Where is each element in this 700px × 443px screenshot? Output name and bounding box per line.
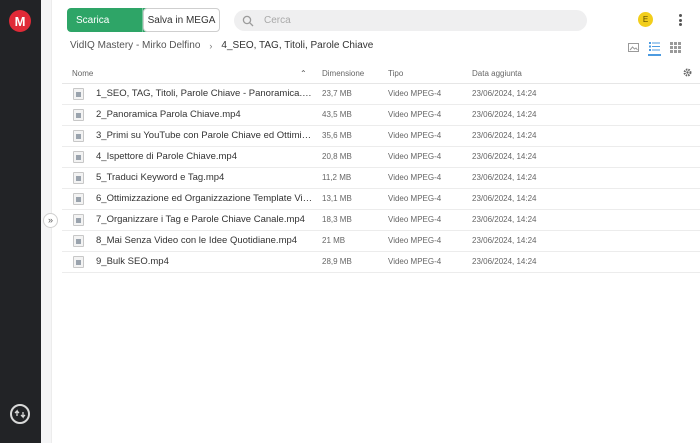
- table-header: Nome ⌃ Dimensione Tipo Data aggiunta: [62, 64, 700, 84]
- thumbnail-view-icon[interactable]: [627, 40, 639, 54]
- file-type: Video MPEG-4: [388, 131, 442, 140]
- file-name: 5_Traduci Keyword e Tag.mp4: [96, 172, 225, 183]
- video-file-icon: [73, 172, 84, 184]
- breadcrumb: VidIQ Mastery - Mirko Delfino › 4_SEO, T…: [70, 40, 373, 51]
- video-file-icon: [73, 193, 84, 205]
- transfer-icon[interactable]: [10, 404, 30, 424]
- file-type: Video MPEG-4: [388, 257, 442, 266]
- file-type: Video MPEG-4: [388, 152, 442, 161]
- gear-icon[interactable]: [682, 67, 693, 78]
- chevron-right-icon: ›: [209, 40, 213, 51]
- table-row[interactable]: 1_SEO, TAG, Titoli, Parole Chiave - Pano…: [62, 84, 700, 105]
- file-size: 35,6 MB: [322, 131, 352, 140]
- search-icon: [242, 15, 254, 26]
- table-row[interactable]: 6_Ottimizzazione ed Organizzazione Templ…: [62, 189, 700, 210]
- file-size: 11,2 MB: [322, 173, 352, 182]
- mega-logo-icon[interactable]: M: [9, 10, 31, 32]
- file-date: 23/06/2024, 14:24: [472, 236, 537, 245]
- file-name: 9_Bulk SEO.mp4: [96, 256, 169, 267]
- file-date: 23/06/2024, 14:24: [472, 110, 537, 119]
- search-input[interactable]: [264, 15, 564, 26]
- left-rail: M: [0, 0, 41, 443]
- video-file-icon: [73, 256, 84, 268]
- table-row[interactable]: 8_Mai Senza Video con le Idee Quotidiane…: [62, 231, 700, 252]
- grid-view-icon[interactable]: [670, 40, 682, 54]
- video-file-icon: [73, 130, 84, 142]
- table-row[interactable]: 9_Bulk SEO.mp4 28,9 MB Video MPEG-4 23/0…: [62, 252, 700, 273]
- video-file-icon: [73, 109, 84, 121]
- file-date: 23/06/2024, 14:24: [472, 215, 537, 224]
- kebab-menu-icon[interactable]: [676, 12, 684, 28]
- table-row[interactable]: 3_Primi su YouTube con Parole Chiave ed …: [62, 126, 700, 147]
- file-date: 23/06/2024, 14:24: [472, 131, 537, 140]
- file-name: 7_Organizzare i Tag e Parole Chiave Cana…: [96, 214, 305, 225]
- file-date: 23/06/2024, 14:24: [472, 152, 537, 161]
- column-header-name[interactable]: Nome: [72, 69, 93, 78]
- file-type: Video MPEG-4: [388, 215, 442, 224]
- file-name: 8_Mai Senza Video con le Idee Quotidiane…: [96, 235, 298, 246]
- breadcrumb-parent[interactable]: VidIQ Mastery - Mirko Delfino: [70, 40, 200, 51]
- file-type: Video MPEG-4: [388, 236, 442, 245]
- video-file-icon: [73, 151, 84, 163]
- file-name: 6_Ottimizzazione ed Organizzazione Templ…: [96, 193, 314, 204]
- file-size: 28,9 MB: [322, 257, 352, 266]
- file-size: 18,3 MB: [322, 215, 352, 224]
- file-date: 23/06/2024, 14:24: [472, 173, 537, 182]
- chevron-double-right-icon[interactable]: »: [43, 213, 58, 228]
- file-type: Video MPEG-4: [388, 110, 442, 119]
- video-file-icon: [73, 214, 84, 226]
- app-window: M » Scarica ⌄ Salva in MEGA E VidIQ Mast…: [0, 0, 700, 443]
- column-header-size[interactable]: Dimensione: [322, 69, 364, 78]
- list-view-icon[interactable]: [648, 39, 661, 56]
- sort-up-icon[interactable]: ⌃: [300, 69, 307, 78]
- file-date: 23/06/2024, 14:24: [472, 89, 537, 98]
- file-name: 2_Panoramica Parola Chiave.mp4: [96, 109, 241, 120]
- file-type: Video MPEG-4: [388, 89, 442, 98]
- file-size: 23,7 MB: [322, 89, 352, 98]
- table-row[interactable]: 2_Panoramica Parola Chiave.mp4 43,5 MB V…: [62, 105, 700, 126]
- file-name: 3_Primi su YouTube con Parole Chiave ed …: [96, 130, 314, 141]
- search-bar[interactable]: [234, 10, 587, 31]
- view-switcher: [627, 38, 691, 56]
- file-size: 43,5 MB: [322, 110, 352, 119]
- file-list: 1_SEO, TAG, Titoli, Parole Chiave - Pano…: [62, 84, 700, 273]
- file-size: 20,8 MB: [322, 152, 352, 161]
- table-row[interactable]: 7_Organizzare i Tag e Parole Chiave Cana…: [62, 210, 700, 231]
- download-button-label: Scarica: [76, 14, 110, 26]
- video-file-icon: [73, 235, 84, 247]
- file-name: 4_Ispettore di Parole Chiave.mp4: [96, 151, 237, 162]
- breadcrumb-current: 4_SEO, TAG, Titoli, Parole Chiave: [221, 40, 374, 51]
- column-header-type[interactable]: Tipo: [388, 69, 403, 78]
- column-header-date[interactable]: Data aggiunta: [472, 69, 522, 78]
- table-row[interactable]: 4_Ispettore di Parole Chiave.mp4 20,8 MB…: [62, 147, 700, 168]
- table-row[interactable]: 5_Traduci Keyword e Tag.mp4 11,2 MB Vide…: [62, 168, 700, 189]
- avatar[interactable]: E: [638, 12, 653, 27]
- save-to-mega-button[interactable]: Salva in MEGA: [143, 8, 220, 32]
- file-size: 13,1 MB: [322, 194, 352, 203]
- file-name: 1_SEO, TAG, Titoli, Parole Chiave - Pano…: [96, 88, 314, 99]
- file-date: 23/06/2024, 14:24: [472, 194, 537, 203]
- file-date: 23/06/2024, 14:24: [472, 257, 537, 266]
- file-type: Video MPEG-4: [388, 173, 442, 182]
- file-size: 21 MB: [322, 236, 346, 245]
- file-type: Video MPEG-4: [388, 194, 442, 203]
- video-file-icon: [73, 88, 84, 100]
